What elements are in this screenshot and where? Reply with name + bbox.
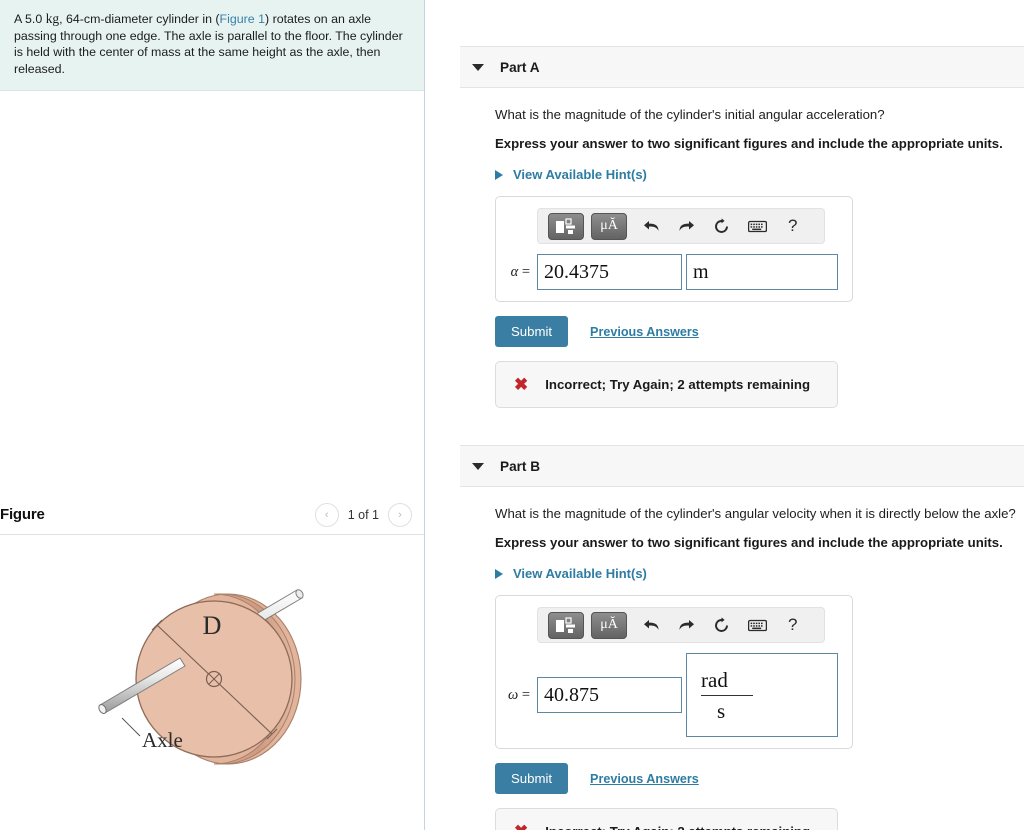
part-a-submit-row: Submit Previous Answers [495, 316, 1024, 347]
figure-title: Figure [0, 506, 45, 523]
figure-next-button[interactable]: › [388, 502, 412, 527]
part-a-question: What is the magnitude of the cylinder's … [495, 107, 885, 122]
triangle-right-icon[interactable] [495, 169, 503, 180]
mastering-physics-page: A 5.0 kg, 64-cm-diameter cylinder in (Fi… [0, 0, 1024, 830]
part-b-math-toolbar: μĂ ? [537, 607, 825, 643]
part-a-hints-row[interactable]: View Available Hint(s) [495, 167, 1024, 182]
error-x-icon: ✖ [514, 823, 528, 830]
figure-navigation: ‹ 1 of 1 › [314, 502, 412, 527]
part-a-express-instruction: Express your answer to two significant f… [495, 136, 1003, 151]
figure-header: Figure ‹ 1 of 1 › [0, 495, 424, 535]
part-b-feedback-text: Incorrect; Try Again; 2 attempts remaini… [545, 824, 810, 830]
part-b-hints-row[interactable]: View Available Hint(s) [495, 566, 1024, 581]
problem-panel: A 5.0 kg, 64-cm-diameter cylinder in (Fi… [0, 0, 425, 830]
part-a-previous-answers-link[interactable]: Previous Answers [590, 325, 699, 339]
undo-icon[interactable] [643, 219, 660, 234]
part-a-hint-link[interactable]: View Available Hint(s) [513, 167, 647, 182]
cylinder-diagram-svg: D Axle [98, 589, 304, 765]
part-b-value-input[interactable]: 40.875 [537, 677, 682, 713]
part-a-entry-row: α = 20.4375 m [506, 254, 842, 290]
figure-prev-button[interactable]: ‹ [314, 502, 339, 527]
part-a-math-toolbar: μĂ ? [537, 208, 825, 244]
redo-icon[interactable] [678, 219, 695, 234]
axle-label: Axle [142, 728, 183, 752]
redo-icon[interactable] [678, 618, 695, 633]
part-b-express-instruction: Express your answer to two significant f… [495, 535, 1003, 550]
part-b-answer-box: μĂ ? ω = 40.875 rad s [495, 595, 853, 749]
part-b-submit-row: Submit Previous Answers [495, 763, 1024, 794]
undo-icon[interactable] [643, 618, 660, 633]
part-b-hint-link[interactable]: View Available Hint(s) [513, 566, 647, 581]
part-b-feedback-banner: ✖ Incorrect; Try Again; 2 attempts remai… [495, 808, 838, 830]
part-b-variable-label: ω = [506, 687, 537, 704]
figure-diagram: D Axle [0, 536, 425, 830]
part-b-unit-denominator: s [717, 698, 726, 723]
chevron-down-icon[interactable] [472, 463, 484, 470]
part-b-entry-row: ω = 40.875 rad s [506, 653, 842, 737]
part-b-question: What is the magnitude of the cylinder's … [495, 506, 1016, 521]
help-icon[interactable]: ? [788, 216, 797, 236]
template-icon [556, 616, 575, 633]
keyboard-icon[interactable] [748, 619, 767, 632]
answer-panel: Part A What is the magnitude of the cyli… [425, 0, 1024, 830]
chevron-down-icon[interactable] [472, 64, 484, 71]
part-a-equals-sign: = [518, 263, 530, 280]
symbols-button-label: μĂ [600, 617, 618, 632]
symbols-icon-button[interactable]: μĂ [591, 611, 627, 639]
problem-statement-text: A 5.0 kg, 64-cm-diameter cylinder in (Fi… [14, 11, 410, 77]
triangle-right-icon[interactable] [495, 568, 503, 579]
part-a-feedback-text: Incorrect; Try Again; 2 attempts remaini… [545, 377, 811, 392]
part-a-header[interactable]: Part A [460, 46, 1024, 88]
error-x-icon: ✖ [514, 375, 529, 394]
figure-1-link[interactable]: Figure 1 [220, 12, 265, 26]
template-icon [556, 217, 575, 234]
axle-leader-line [121, 717, 141, 737]
part-b-label: Part B [500, 458, 541, 474]
diameter-label: D [203, 611, 222, 640]
part-a-label: Part A [500, 59, 540, 75]
template-icon-button[interactable] [548, 611, 584, 639]
part-b-variable-symbol: ω [507, 686, 519, 703]
part-a-value-input[interactable]: 20.4375 [537, 254, 682, 290]
reset-icon[interactable] [713, 217, 730, 235]
part-b-equals-sign: = [518, 686, 530, 703]
problem-statement-box: A 5.0 kg, 64-cm-diameter cylinder in (Fi… [0, 0, 424, 92]
part-a-variable-label: α = [506, 264, 537, 281]
template-icon-button[interactable] [548, 212, 584, 240]
part-b-submit-button[interactable]: Submit [495, 763, 569, 794]
part-b-unit-numerator: rad [701, 667, 728, 692]
part-b-body: What is the magnitude of the cylinder's … [425, 505, 1024, 830]
reset-icon[interactable] [713, 616, 730, 634]
part-a-feedback-banner: ✖ Incorrect; Try Again; 2 attempts remai… [495, 361, 838, 408]
part-a-body: What is the magnitude of the cylinder's … [425, 106, 1024, 408]
part-a-answer-box: μĂ ? α = 20.4375 m [495, 196, 853, 302]
symbols-icon-button[interactable]: μĂ [591, 212, 627, 240]
part-b-unit-input[interactable]: rad s [686, 653, 838, 737]
fraction-bar [701, 694, 753, 696]
problem-text-part2: , 64-cm-diameter cylinder in ( [59, 12, 220, 26]
part-b-header[interactable]: Part B [460, 445, 1024, 487]
symbols-button-label: μĂ [600, 218, 618, 233]
part-b-previous-answers-link[interactable]: Previous Answers [590, 772, 699, 786]
problem-mass-unit: kg [45, 11, 60, 26]
figure-counter: 1 of 1 [347, 507, 379, 522]
part-a-unit-input[interactable]: m [686, 254, 838, 290]
keyboard-icon[interactable] [748, 220, 767, 233]
help-icon[interactable]: ? [788, 615, 797, 635]
problem-text-part1: A 5.0 [14, 12, 46, 26]
center-of-mass-marker [205, 670, 223, 688]
part-a-submit-button[interactable]: Submit [495, 316, 569, 347]
